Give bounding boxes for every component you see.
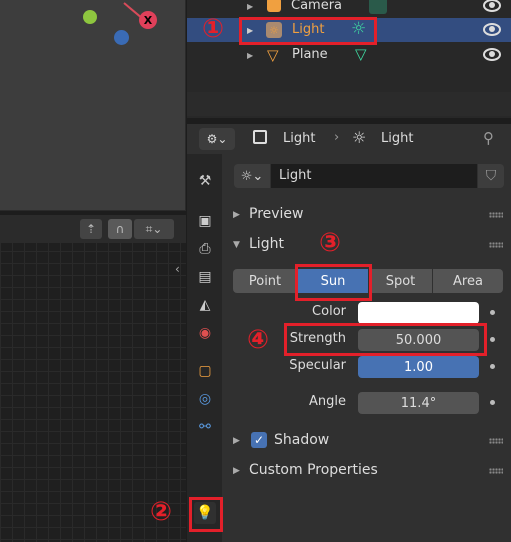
outliner-row-camera[interactable]: ▶ Camera <box>187 0 511 18</box>
snap-up-icon[interactable]: ⇡ <box>80 219 102 239</box>
specular-field[interactable]: 1.00 <box>358 356 479 378</box>
collapse-arrow-icon[interactable]: ‹ <box>175 262 180 276</box>
visibility-eye-icon[interactable] <box>483 48 501 61</box>
light-panel-header[interactable]: Light <box>249 236 284 252</box>
gizmo-y-axis-dot[interactable] <box>83 10 97 24</box>
view-layer-tab-icon[interactable]: ▤ <box>194 266 216 288</box>
visibility-eye-icon[interactable] <box>483 23 501 36</box>
outliner-row-plane[interactable]: ▶ ▽ Plane ▽ <box>187 43 511 67</box>
object-tab-icon[interactable]: ▢ <box>194 360 216 382</box>
animate-property-dot-icon[interactable] <box>490 310 495 315</box>
drag-handle-icon[interactable] <box>489 212 503 218</box>
constraints-tab-icon[interactable]: ⚯ <box>194 416 216 438</box>
animate-property-dot-icon[interactable] <box>490 400 495 405</box>
annotation-box-1 <box>239 17 377 45</box>
shadow-checkbox[interactable]: ✓ <box>251 432 267 448</box>
object-icon <box>253 130 267 144</box>
light-type-selector[interactable]: ☼⌄ <box>234 164 270 188</box>
angle-label: Angle <box>309 394 346 409</box>
panel-collapsed-arrow-icon[interactable]: ▶ <box>233 436 240 446</box>
gizmo-z-axis-dot[interactable] <box>114 30 129 45</box>
panel-collapsed-arrow-icon[interactable]: ▶ <box>233 466 240 476</box>
annotation-number-4: ④ <box>247 325 270 355</box>
visibility-eye-icon[interactable] <box>483 0 501 12</box>
mesh-data-icon[interactable]: ▽ <box>355 45 367 63</box>
annotation-number-3: ③ <box>319 228 342 258</box>
breadcrumb-object[interactable]: Light <box>283 131 315 146</box>
angle-field[interactable]: 11.4° <box>358 392 479 414</box>
3d-viewport[interactable]: X <box>0 0 186 211</box>
outliner-item-label: Plane <box>292 47 328 62</box>
fake-user-shield-icon[interactable]: ⛉ <box>478 164 504 188</box>
mesh-object-icon: ▽ <box>267 46 279 64</box>
world-tab-icon[interactable]: ◉ <box>194 322 216 344</box>
properties-tab-bar: ⚒ ▣ ⎙ ▤ ◭ ◉ ▢ ◎ ⚯ 💡 <box>187 154 222 542</box>
light-datablock-name-field[interactable]: Light <box>271 164 477 188</box>
annotation-box-4 <box>284 323 487 356</box>
drag-handle-icon[interactable] <box>489 242 503 248</box>
light-type-spot-button[interactable]: Spot <box>369 269 432 293</box>
light-type-point-button[interactable]: Point <box>233 269 297 293</box>
node-grid-editor[interactable] <box>0 215 186 542</box>
properties-header: ⚙⌄ Light › ☼ Light ⚲ <box>187 124 511 154</box>
snap-grid-dropdown-icon[interactable]: ⌗⌄ <box>134 219 174 239</box>
outliner-item-label: Camera <box>291 0 343 13</box>
camera-object-icon <box>267 0 281 12</box>
render-tab-icon[interactable]: ▣ <box>194 210 216 232</box>
physics-tab-icon[interactable]: ◎ <box>194 388 216 410</box>
light-data-icon: ☼ <box>352 128 367 147</box>
drag-handle-icon[interactable] <box>489 468 503 474</box>
expand-arrow-icon[interactable]: ▶ <box>247 2 253 11</box>
outliner-empty-row <box>187 92 511 116</box>
color-label: Color <box>312 304 346 319</box>
annotation-number-1: ① <box>202 14 225 44</box>
light-type-area-button[interactable]: Area <box>433 269 503 293</box>
color-swatch[interactable] <box>358 302 479 324</box>
specular-label: Specular <box>289 358 346 373</box>
gizmo-x-axis-button[interactable]: X <box>139 11 157 29</box>
animate-property-dot-icon[interactable] <box>490 364 495 369</box>
breadcrumb-light-data[interactable]: Light <box>381 131 413 146</box>
editor-type-dropdown[interactable]: ⚙⌄ <box>199 128 235 150</box>
breadcrumb-separator-icon: › <box>334 130 340 145</box>
annotation-box-3 <box>295 264 372 301</box>
editor-header: ⇡ ∩ ⌗⌄ <box>0 215 186 243</box>
annotation-box-2 <box>189 497 223 532</box>
preview-panel-header[interactable]: Preview <box>249 206 304 222</box>
output-tab-icon[interactable]: ⎙ <box>194 238 216 260</box>
scene-tab-icon[interactable]: ◭ <box>194 294 216 316</box>
magnet-icon[interactable]: ∩ <box>108 219 132 239</box>
annotation-number-2: ② <box>150 497 173 527</box>
custom-properties-panel-header[interactable]: Custom Properties <box>249 462 378 478</box>
panel-collapsed-arrow-icon[interactable]: ▶ <box>233 210 240 220</box>
shadow-panel-header[interactable]: Shadow <box>274 432 329 448</box>
camera-data-icon[interactable] <box>369 0 387 14</box>
drag-handle-icon[interactable] <box>489 438 503 444</box>
animate-property-dot-icon[interactable] <box>490 337 495 342</box>
tool-tab-icon[interactable]: ⚒ <box>194 170 216 192</box>
pin-icon[interactable]: ⚲ <box>483 129 494 147</box>
expand-arrow-icon[interactable]: ▶ <box>247 51 253 60</box>
panel-expanded-arrow-icon[interactable]: ▼ <box>233 240 240 250</box>
